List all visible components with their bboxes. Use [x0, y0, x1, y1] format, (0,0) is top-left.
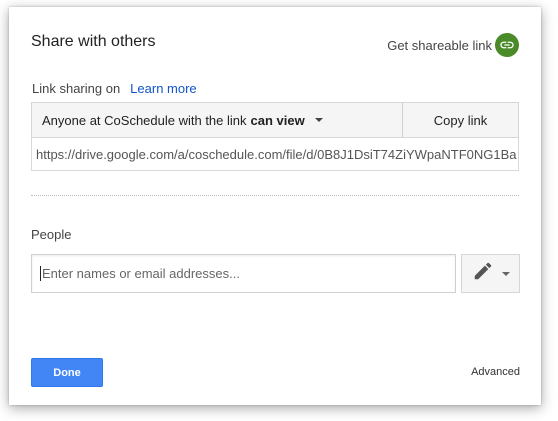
learn-more-link[interactable]: Learn more	[130, 81, 196, 96]
get-shareable-link-button[interactable]: Get shareable link	[387, 33, 519, 57]
pencil-icon	[472, 260, 494, 287]
text-cursor	[40, 266, 41, 281]
link-sharing-status: Link sharing on	[32, 81, 121, 96]
copy-link-button[interactable]: Copy link	[402, 103, 518, 137]
people-permission-button[interactable]	[461, 254, 520, 293]
permission-prefix: Anyone at CoSchedule with the link	[42, 112, 247, 128]
dialog-title: Share with others	[31, 33, 156, 50]
link-icon[interactable]	[495, 33, 519, 57]
chevron-down-icon	[501, 271, 510, 276]
chevron-down-icon	[314, 118, 323, 122]
get-shareable-link-label: Get shareable link	[387, 37, 492, 53]
people-label: People	[31, 227, 72, 242]
divider	[31, 195, 519, 196]
link-permission-bar: Anyone at CoSchedule with the link can v…	[31, 102, 519, 138]
share-dialog: Share with others Get shareable link Lin…	[9, 7, 541, 405]
people-input-placeholder: Enter names or email addresses...	[42, 266, 240, 281]
people-input[interactable]: Enter names or email addresses...	[31, 254, 456, 293]
share-url-field[interactable]: https://drive.google.com/a/coschedule.co…	[31, 138, 519, 171]
advanced-link[interactable]: Advanced	[471, 366, 520, 378]
link-permission-dropdown[interactable]: Anyone at CoSchedule with the link can v…	[32, 103, 402, 137]
done-button[interactable]: Done	[31, 358, 103, 387]
permission-level: can view	[250, 112, 305, 128]
link-sharing-row: Link sharing on Learn more	[32, 81, 197, 96]
